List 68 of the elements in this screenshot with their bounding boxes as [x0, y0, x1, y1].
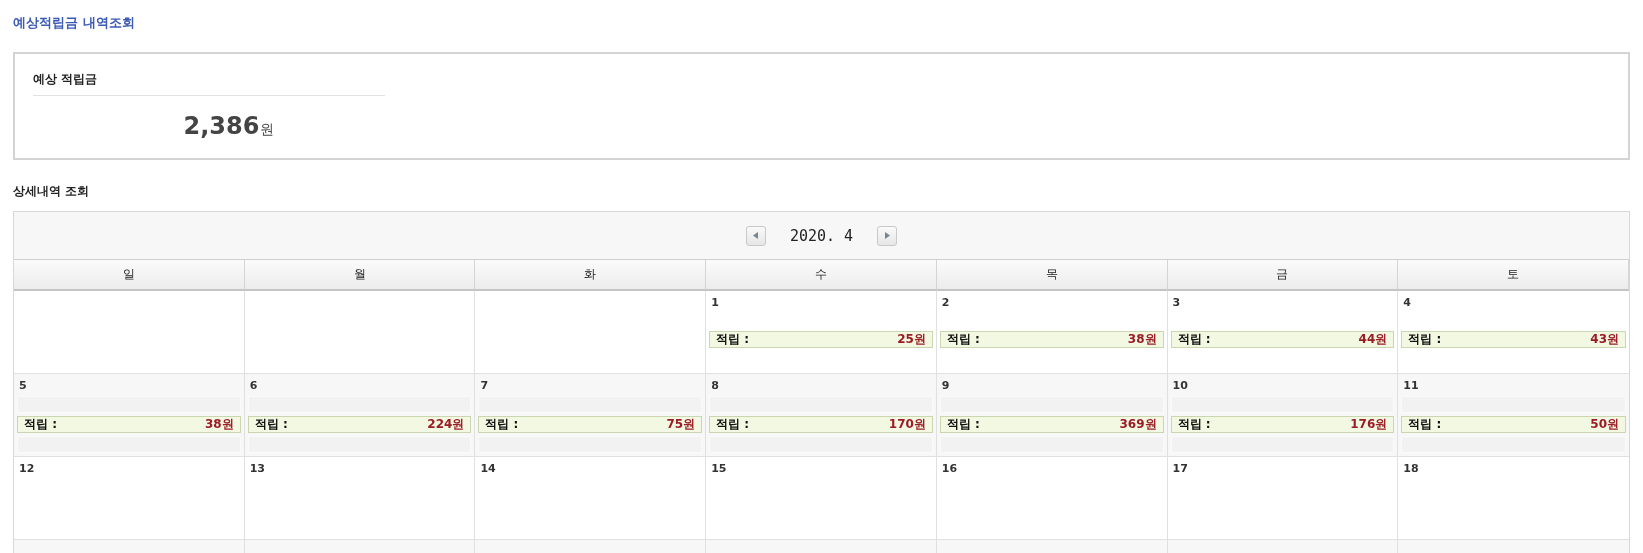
day-number: 17: [1171, 462, 1189, 476]
entry-amount: 50원: [1590, 416, 1619, 433]
weekday-header: 수: [706, 260, 937, 291]
entry-amount: 224원: [427, 416, 465, 433]
entry-label: 적립 :: [24, 416, 57, 433]
day-number: 14: [479, 462, 497, 476]
day-number: 12: [18, 462, 36, 476]
page-title: 예상적립금 내역조회: [13, 14, 135, 32]
entry-amount: 38원: [205, 416, 234, 433]
entry-label: 적립 :: [485, 416, 519, 433]
day-cell[interactable]: 3 적립 : 44원: [1167, 291, 1399, 374]
weekday-header: 화: [475, 260, 707, 291]
day-number: 10: [1171, 379, 1189, 393]
entry-amount: 38원: [1127, 331, 1157, 348]
day-cell[interactable]: 11 적립 : 50원: [1398, 374, 1629, 457]
entry-amount: 44원: [1358, 331, 1388, 348]
day-cell[interactable]: 5 적립 : 38원: [14, 374, 245, 457]
weekday-header: 일: [14, 260, 245, 291]
day-number: 3: [1171, 296, 1182, 310]
entry-label: 적립 :: [1177, 416, 1211, 433]
day-cell[interactable]: 9 적립 : 369원: [936, 374, 1168, 457]
entry-label: 적립 :: [946, 416, 980, 433]
day-cell[interactable]: 10 적립 : 176원: [1167, 374, 1399, 457]
day-number: 16: [940, 462, 959, 476]
entry-label: 적립 :: [1408, 416, 1442, 433]
day-cell[interactable]: 7 적립 : 75원: [475, 374, 707, 457]
day-cell[interactable]: 6 적립 : 224원: [244, 374, 476, 457]
day-cell[interactable]: 2 적립 : 38원: [936, 291, 1168, 374]
day-number: 4: [1402, 296, 1412, 310]
entry-amount: 170원: [888, 416, 926, 433]
day-number: 1: [710, 296, 720, 310]
right-triangle-icon: [884, 232, 890, 239]
day-cell[interactable]: 1 적립 : 25원: [706, 291, 937, 374]
amount-unit: 원: [260, 121, 275, 139]
day-number: 2: [940, 296, 951, 310]
entry-label: 적립 :: [716, 331, 750, 348]
entry-amount: 43원: [1590, 331, 1619, 348]
day-number: 18: [1402, 462, 1420, 476]
previous-month-button[interactable]: [745, 225, 766, 246]
entry-label: 적립 :: [1177, 331, 1211, 348]
day-number: 13: [248, 462, 266, 476]
day-number: 5: [18, 379, 28, 393]
summary-label: 예상 적립금: [33, 72, 97, 86]
day-number: 6: [248, 379, 259, 393]
entry-amount: 75원: [666, 416, 696, 433]
day-number: 9: [940, 379, 951, 393]
weekday-header: 월: [244, 260, 476, 291]
day-number: 15: [710, 462, 728, 476]
weekday-header: 토: [1398, 260, 1629, 291]
day-number: 8: [710, 379, 720, 393]
day-number: 7: [479, 379, 490, 393]
amount-value: 2,386: [183, 112, 260, 140]
entry-label: 적립 :: [254, 416, 288, 433]
next-month-button[interactable]: [877, 225, 898, 246]
entry-amount: 369원: [1119, 416, 1157, 433]
weekday-header: 금: [1167, 260, 1399, 291]
day-cell[interactable]: 4 적립 : 43원: [1398, 291, 1629, 374]
weekday-header: 목: [936, 260, 1168, 291]
day-cell[interactable]: 8 적립 : 170원: [706, 374, 937, 457]
entry-amount: 176원: [1350, 416, 1388, 433]
entry-label: 적립 :: [716, 416, 750, 433]
section-title: 상세내역 조회: [13, 184, 89, 199]
month-label: 2020. 4: [789, 226, 854, 245]
entry-label: 적립 :: [946, 331, 980, 348]
entry-label: 적립 :: [1408, 331, 1442, 348]
left-triangle-icon: [753, 232, 759, 239]
day-number: 11: [1402, 379, 1420, 393]
entry-amount: 25원: [897, 331, 926, 348]
